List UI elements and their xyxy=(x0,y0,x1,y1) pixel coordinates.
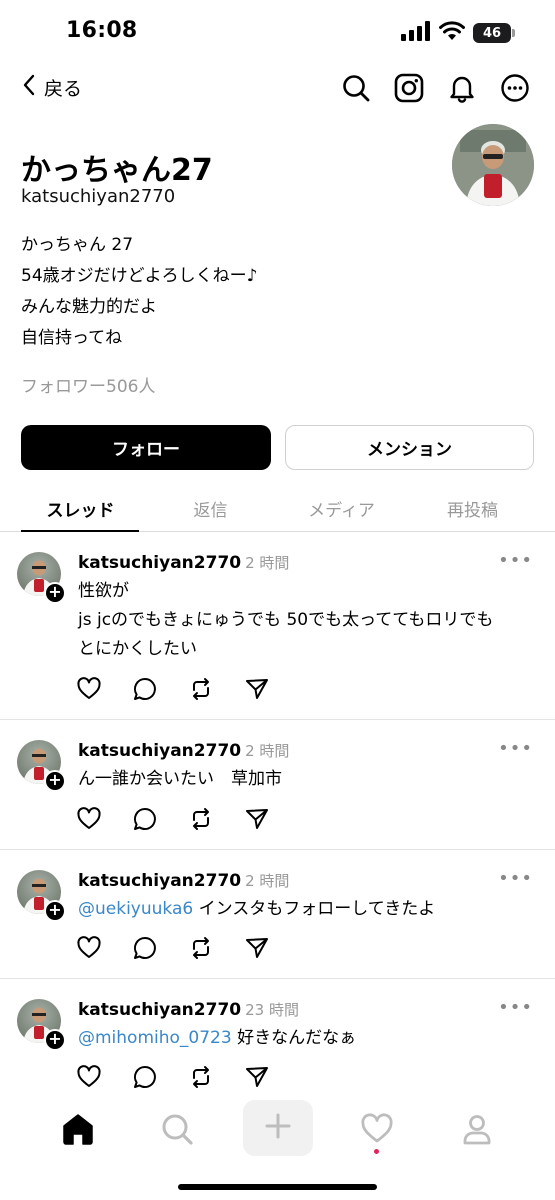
repost-icon[interactable] xyxy=(188,806,214,832)
profile-bio: かっちゃん 27 54歳オジだけどよろしくねー♪ みんな魅力的だよ 自信持ってね xyxy=(21,230,257,354)
post-more-icon[interactable]: ••• xyxy=(498,738,533,759)
chevron-left-icon xyxy=(22,74,36,101)
notification-dot xyxy=(374,1149,379,1154)
instagram-icon[interactable] xyxy=(393,72,425,104)
top-nav: 戻る xyxy=(0,66,555,116)
post-line: @mihomiho_0723 好きなんだなぁ xyxy=(78,1024,538,1053)
post-more-icon[interactable]: ••• xyxy=(498,550,533,571)
signal-icon xyxy=(401,21,431,45)
share-icon[interactable] xyxy=(244,1064,270,1090)
new-post-button[interactable] xyxy=(243,1100,313,1156)
bio-line: みんな魅力的だよ xyxy=(21,297,157,317)
post-username-text[interactable]: katsuchiyan2770 xyxy=(78,553,241,573)
back-button[interactable]: 戻る xyxy=(22,74,82,101)
bio-line: 自信持ってね xyxy=(21,328,123,348)
post-item[interactable]: + katsuchiyan2770 23 時間 ••• @mihomiho_072… xyxy=(0,979,555,1092)
post-line: js jcのでもきょにゅうでも 50でも太っててもロリでも xyxy=(78,610,494,630)
tab-replies[interactable]: 返信 xyxy=(141,496,280,521)
back-label: 戻る xyxy=(44,78,83,100)
post-actions xyxy=(76,676,270,702)
status-bar: 16:08 46 xyxy=(0,0,555,66)
follow-plus-badge[interactable]: + xyxy=(44,770,66,792)
post-line: ん一誰か会いたい 草加市 xyxy=(78,769,282,789)
post-more-icon[interactable]: ••• xyxy=(498,997,533,1018)
heart-icon[interactable] xyxy=(357,1109,397,1149)
post-more-icon[interactable]: ••• xyxy=(498,868,533,889)
mention-button[interactable]: メンション xyxy=(285,425,534,470)
profile-name: かっちゃん27 xyxy=(21,153,213,188)
comment-icon[interactable] xyxy=(132,935,158,961)
post-line: とにかくしたい xyxy=(78,639,197,659)
post-item[interactable]: + katsuchiyan2770 2 時間 ••• 性欲が js jcのでもきょ… xyxy=(0,532,555,720)
post-username-text[interactable]: katsuchiyan2770 xyxy=(78,741,241,761)
wifi-icon xyxy=(439,21,465,45)
post-line: 性欲が xyxy=(78,581,129,601)
follower-count[interactable]: フォロワー506人 xyxy=(21,372,155,397)
post-username[interactable]: katsuchiyan2770 23 時間 xyxy=(78,999,299,1020)
battery-icon: 46 xyxy=(473,23,515,43)
follow-plus-badge[interactable]: + xyxy=(44,900,66,922)
repost-icon[interactable] xyxy=(188,676,214,702)
status-icons: 46 xyxy=(401,21,515,45)
comment-icon[interactable] xyxy=(132,676,158,702)
comment-icon[interactable] xyxy=(132,1064,158,1090)
tab-threads[interactable]: スレッド xyxy=(11,496,150,521)
post-time: 23 時間 xyxy=(245,1001,299,1019)
bio-line: かっちゃん 27 xyxy=(21,235,134,255)
heart-icon[interactable] xyxy=(76,676,102,702)
post-text: @uekiyuuka6 インスタもフォローしてきたよ xyxy=(78,895,538,924)
follow-plus-badge[interactable]: + xyxy=(44,582,66,604)
repost-icon[interactable] xyxy=(188,935,214,961)
share-icon[interactable] xyxy=(244,935,270,961)
post-time: 2 時間 xyxy=(245,742,290,760)
heart-icon[interactable] xyxy=(76,806,102,832)
post-username[interactable]: katsuchiyan2770 2 時間 xyxy=(78,870,289,891)
share-icon[interactable] xyxy=(244,676,270,702)
post-item[interactable]: + katsuchiyan2770 2 時間 ••• ん一誰か会いたい 草加市 xyxy=(0,720,555,850)
bell-icon[interactable] xyxy=(446,72,478,104)
post-line-text: インスタもフォローしてきたよ xyxy=(193,899,436,919)
follow-button[interactable]: フォロー xyxy=(21,425,271,470)
home-indicator xyxy=(178,1184,377,1190)
post-username-text[interactable]: katsuchiyan2770 xyxy=(78,1000,241,1020)
share-icon[interactable] xyxy=(244,806,270,832)
heart-icon[interactable] xyxy=(76,1064,102,1090)
post-actions xyxy=(76,1064,270,1090)
heart-icon[interactable] xyxy=(76,935,102,961)
profile-handle: katsuchiyan2770 xyxy=(21,186,176,207)
post-text: ん一誰か会いたい 草加市 xyxy=(78,765,538,794)
profile-avatar[interactable] xyxy=(452,124,534,206)
follow-plus-badge[interactable]: + xyxy=(44,1029,66,1051)
repost-icon[interactable] xyxy=(188,1064,214,1090)
bio-line: 54歳オジだけどよろしくねー♪ xyxy=(21,266,258,286)
nav-icons xyxy=(340,72,531,104)
post-item[interactable]: + katsuchiyan2770 2 時間 ••• @uekiyuuka6 イン… xyxy=(0,850,555,979)
post-time: 2 時間 xyxy=(245,872,290,890)
mention-link[interactable]: @uekiyuuka6 xyxy=(78,899,193,919)
plus-icon xyxy=(265,1113,291,1143)
post-actions xyxy=(76,806,270,832)
post-text: @mihomiho_0723 好きなんだなぁ xyxy=(78,1024,538,1053)
more-icon[interactable] xyxy=(499,72,531,104)
search-icon[interactable] xyxy=(340,72,372,104)
search-icon[interactable] xyxy=(157,1109,197,1149)
tab-media[interactable]: メディア xyxy=(272,496,411,521)
post-text: 性欲が js jcのでもきょにゅうでも 50でも太っててもロリでも とにかくした… xyxy=(78,577,538,664)
post-actions xyxy=(76,935,270,961)
tab-reposts[interactable]: 再投稿 xyxy=(403,496,542,521)
post-username-text[interactable]: katsuchiyan2770 xyxy=(78,871,241,891)
post-line: @uekiyuuka6 インスタもフォローしてきたよ xyxy=(78,895,538,924)
profile-tabs: スレッド 返信 メディア 再投稿 xyxy=(0,486,555,532)
comment-icon[interactable] xyxy=(132,806,158,832)
post-line-text: 好きなんだなぁ xyxy=(231,1028,357,1048)
mention-link[interactable]: @mihomiho_0723 xyxy=(78,1028,232,1048)
post-username[interactable]: katsuchiyan2770 2 時間 xyxy=(78,740,289,761)
profile-icon[interactable] xyxy=(457,1109,497,1149)
post-time: 2 時間 xyxy=(245,554,290,572)
post-username[interactable]: katsuchiyan2770 2 時間 xyxy=(78,552,289,573)
home-icon[interactable] xyxy=(58,1109,98,1149)
status-time: 16:08 xyxy=(66,18,138,43)
